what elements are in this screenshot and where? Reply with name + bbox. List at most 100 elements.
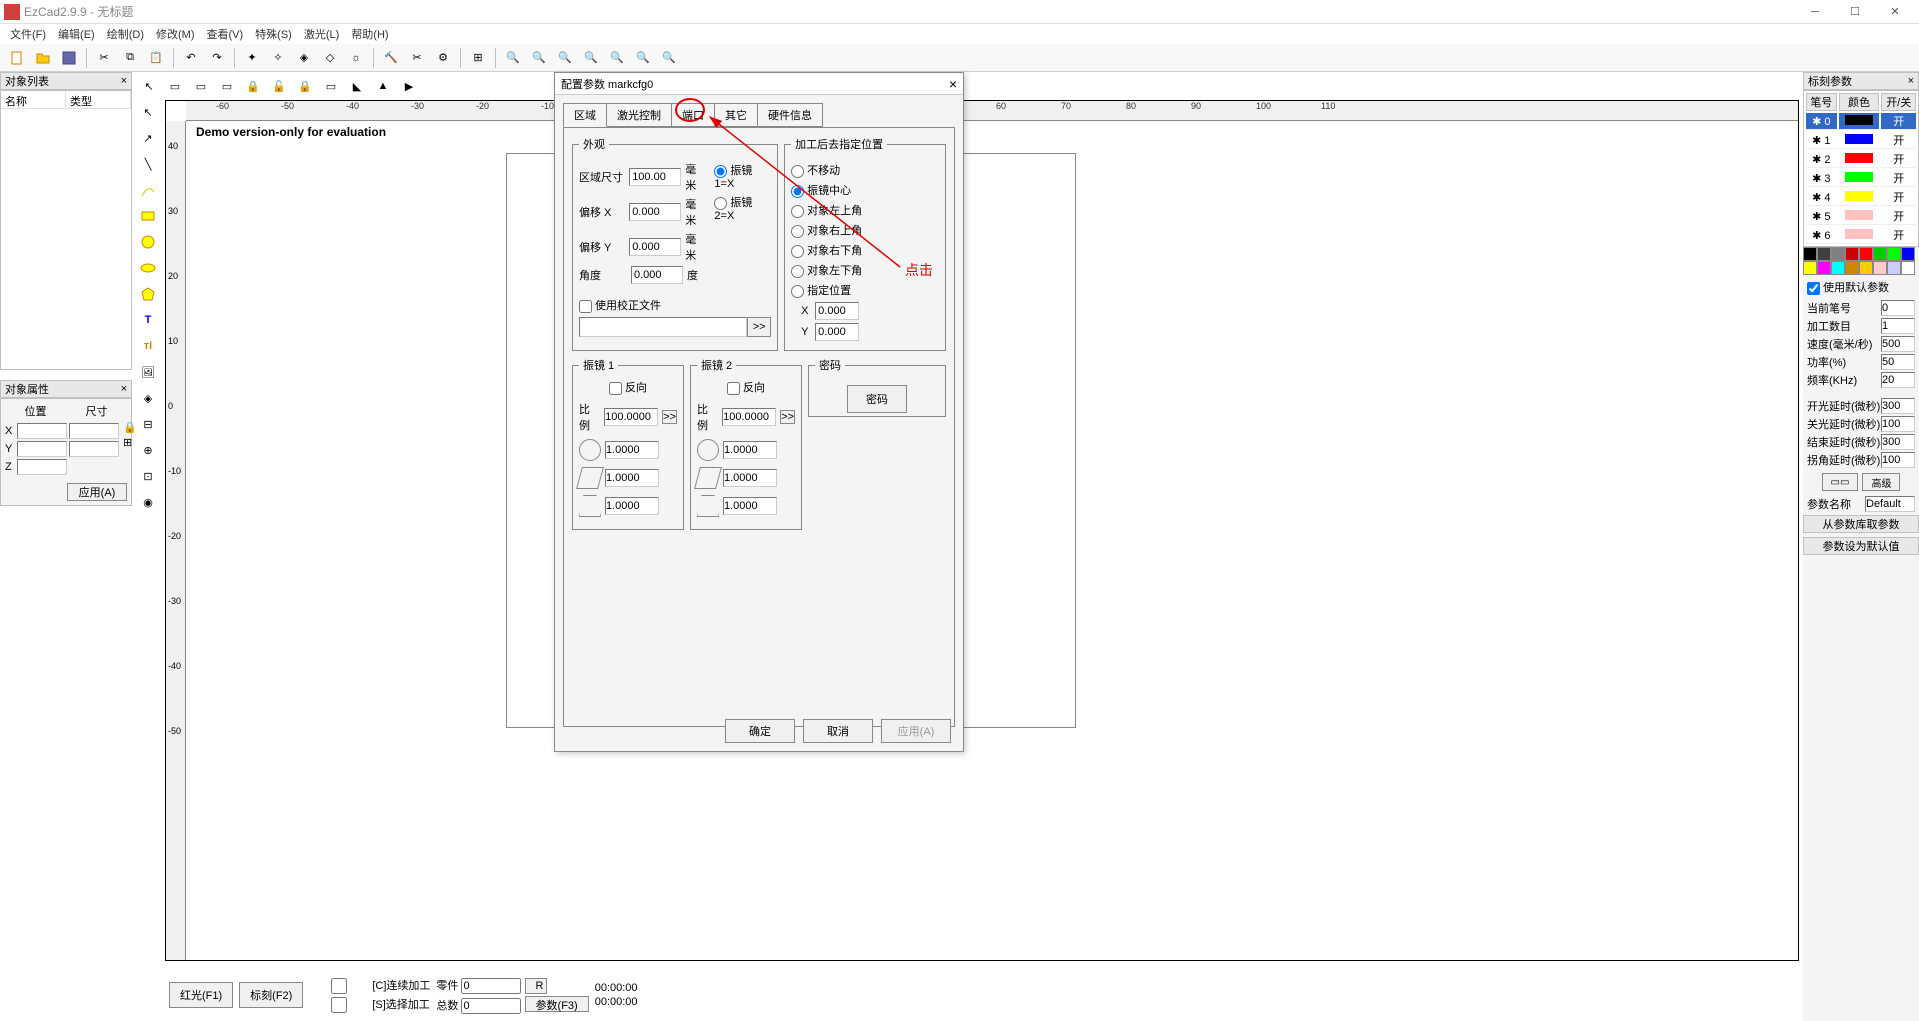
wrench-icon[interactable]: ✂ [405, 46, 429, 70]
g1-ratio-input[interactable] [604, 408, 658, 426]
piece-input[interactable] [461, 978, 521, 994]
color-swatch[interactable] [1831, 261, 1845, 275]
spiral-icon[interactable]: ◉ [136, 490, 160, 514]
r-button[interactable]: R [525, 978, 547, 994]
param-input[interactable] [1881, 354, 1915, 370]
color-swatch[interactable] [1831, 247, 1845, 261]
tab-port[interactable]: 端口 [671, 103, 715, 127]
line-icon[interactable]: ╲ [136, 152, 160, 176]
delay-input[interactable] [1881, 452, 1915, 468]
rect-icon[interactable] [136, 204, 160, 228]
sel-add-icon[interactable]: ▭ [189, 74, 213, 98]
g1-reverse-check[interactable]: 反向 [609, 382, 647, 394]
pos-x-input[interactable] [17, 423, 67, 439]
close-button[interactable]: ✕ [1875, 0, 1915, 24]
tool1-icon[interactable]: ✦ [240, 46, 264, 70]
unlock-icon[interactable]: 🔓 [267, 74, 291, 98]
sel-rect-icon[interactable]: ▭ [163, 74, 187, 98]
goto-radio[interactable]: 不移动 [791, 162, 939, 178]
color-swatch[interactable] [1817, 247, 1831, 261]
offset-y-input[interactable] [629, 238, 681, 256]
pen-row[interactable]: ✱ 4开 [1806, 189, 1916, 206]
use-default-check[interactable]: 使用默认参数 [1807, 282, 1889, 294]
g2-v3-input[interactable] [723, 497, 777, 515]
tool4-icon[interactable]: ◇ [318, 46, 342, 70]
g2-v1-input[interactable] [723, 441, 777, 459]
g1-v2-input[interactable] [605, 469, 659, 487]
settings-icon[interactable]: ⚙ [431, 46, 455, 70]
color-palette[interactable] [1803, 247, 1919, 275]
param-input[interactable] [1881, 336, 1915, 352]
save-icon[interactable] [57, 46, 81, 70]
color-swatch[interactable] [1887, 247, 1901, 261]
close-icon[interactable]: × [1908, 75, 1914, 87]
goto-radio[interactable]: 对象左下角 [791, 262, 939, 278]
galvo1x-radio[interactable]: 振镜1=X [714, 162, 771, 190]
color-swatch[interactable] [1901, 261, 1915, 275]
menu-file[interactable]: 文件(F) [4, 24, 52, 44]
zoom-sel-icon[interactable]: 🔍 [579, 46, 603, 70]
menu-edit[interactable]: 编辑(E) [52, 24, 101, 44]
menu-draw[interactable]: 绘制(D) [101, 24, 150, 44]
cut-icon[interactable]: ✂ [92, 46, 116, 70]
object-list-body[interactable] [1, 109, 131, 369]
color-swatch[interactable] [1873, 261, 1887, 275]
g1-v1-input[interactable] [605, 441, 659, 459]
g1-ratio-btn[interactable]: >> [662, 410, 677, 424]
select-icon[interactable]: ↖ [137, 74, 161, 98]
text2-icon[interactable]: ᴛI [136, 334, 160, 358]
close-icon[interactable]: × [121, 75, 127, 87]
g2-ratio-input[interactable] [722, 408, 776, 426]
menu-special[interactable]: 特殊(S) [249, 24, 298, 44]
apply-button[interactable]: 应用(A) [67, 483, 127, 501]
lock2-icon[interactable]: 🔒 [293, 74, 317, 98]
browse-button[interactable]: >> [747, 317, 771, 337]
tab-other[interactable]: 其它 [714, 103, 758, 127]
param-name-input[interactable] [1865, 496, 1915, 512]
ok-button[interactable]: 确定 [725, 719, 795, 743]
menu-view[interactable]: 查看(V) [201, 24, 250, 44]
angle-input[interactable] [631, 266, 683, 284]
pos-y-input[interactable] [17, 441, 67, 457]
color-swatch[interactable] [1873, 247, 1887, 261]
color-swatch[interactable] [1845, 261, 1859, 275]
group-icon[interactable]: ▭ [319, 74, 343, 98]
dialog-close-icon[interactable]: × [949, 76, 957, 92]
circle-icon[interactable] [136, 230, 160, 254]
goto-y-input[interactable] [815, 323, 859, 341]
param-input[interactable] [1881, 300, 1915, 316]
pen-row[interactable]: ✱ 2开 [1806, 151, 1916, 168]
polygon-icon[interactable] [136, 282, 160, 306]
image-icon[interactable]: 🖼 [136, 360, 160, 384]
mirror-v-icon[interactable]: ▶ [397, 74, 421, 98]
ellipse-icon[interactable] [136, 256, 160, 280]
menu-modify[interactable]: 修改(M) [150, 24, 201, 44]
color-swatch[interactable] [1859, 247, 1873, 261]
paramf3-button[interactable]: 参数(F3) [525, 996, 589, 1012]
red-light-button[interactable]: 红光(F1) [169, 982, 233, 1008]
delay-input[interactable] [1881, 434, 1915, 450]
grid-icon[interactable]: ⊞ [123, 436, 137, 449]
goto-radio[interactable]: 指定位置 [791, 282, 939, 298]
offset-x-input[interactable] [629, 203, 681, 221]
galvo2x-radio[interactable]: 振镜2=X [714, 194, 771, 222]
color-swatch[interactable] [1887, 261, 1901, 275]
goto-radio[interactable]: 对象左上角 [791, 202, 939, 218]
total-input[interactable] [461, 998, 521, 1014]
zoom-win-icon[interactable]: 🔍 [631, 46, 655, 70]
canvas-area[interactable]: -60-50-40-30-20-100102030405060708090100… [165, 100, 1799, 961]
goto-radio[interactable]: 对象右下角 [791, 242, 939, 258]
color-swatch[interactable] [1803, 247, 1817, 261]
barcode-icon[interactable]: ⊟ [136, 412, 160, 436]
pen-row[interactable]: ✱ 0开 [1806, 113, 1916, 130]
pos-z-input[interactable] [17, 459, 67, 475]
pen-row[interactable]: ✱ 1开 [1806, 132, 1916, 149]
copy-icon[interactable]: ⧉ [118, 46, 142, 70]
tool5-icon[interactable]: ☼ [344, 46, 368, 70]
delay-input[interactable] [1881, 398, 1915, 414]
maximize-button[interactable]: ☐ [1835, 0, 1875, 24]
sel-dash-icon[interactable]: ▭ [215, 74, 239, 98]
paste-icon[interactable]: 📋 [144, 46, 168, 70]
ungroup-icon[interactable]: ◣ [345, 74, 369, 98]
cancel-button[interactable]: 取消 [803, 719, 873, 743]
